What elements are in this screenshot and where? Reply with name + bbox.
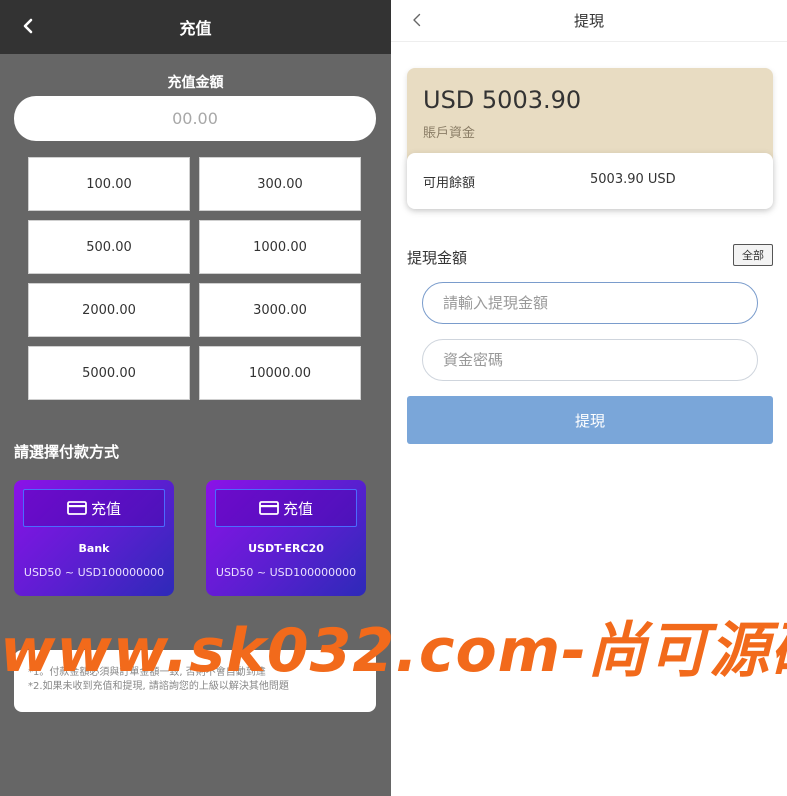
preset-amount-button[interactable]: 100.00 (28, 157, 190, 211)
available-balance-label: 可用餘額 (423, 176, 476, 191)
preset-amount-button[interactable]: 1000.00 (199, 220, 361, 274)
preset-amount-button[interactable]: 500.00 (28, 220, 190, 274)
recharge-header: 充值 (0, 0, 391, 54)
chevron-left-icon (23, 18, 33, 34)
note-line: *2.如果未收到充值和提現, 請諮詢您的上級以解決其他問題 (28, 681, 289, 692)
recharge-button-label: 充值 (282, 499, 313, 518)
payment-method-range: USD50 ~ USD100000000 (23, 566, 165, 579)
recharge-panel: 充值 充值金額 100.00 300.00 500.00 1000.00 200… (0, 0, 391, 796)
available-balance-value: 5003.90 USD (590, 172, 676, 187)
payment-method-bank[interactable]: 充值 Bank USD50 ~ USD100000000 (14, 480, 174, 596)
preset-amount-button[interactable]: 5000.00 (28, 346, 190, 400)
page-title: 充值 (179, 19, 212, 38)
account-balance: USD 5003.90 (423, 86, 582, 114)
back-button[interactable] (409, 10, 423, 30)
recharge-button[interactable]: 充值 (23, 489, 165, 527)
preset-amount-button[interactable]: 10000.00 (199, 346, 361, 400)
available-balance-row: 可用餘額 5003.90 USD (407, 153, 773, 209)
payment-method-usdt-erc20[interactable]: 充值 USDT-ERC20 USD50 ~ USD100000000 (206, 480, 366, 596)
account-balance-label: 賬戶資金 (423, 126, 476, 141)
amount-label: 充值金額 (167, 75, 224, 91)
preset-amount-button[interactable]: 3000.00 (199, 283, 361, 337)
preset-amount-button[interactable]: 300.00 (199, 157, 361, 211)
withdraw-header: 提現 (391, 0, 787, 42)
credit-card-icon (67, 501, 87, 515)
recharge-notes: *1。付款金額必須與訂單金額一致, 否則不會自動到達 *2.如果未收到充值和提現… (14, 650, 376, 712)
fund-password-input[interactable] (422, 339, 758, 381)
payment-method-label: 請選擇付款方式 (14, 443, 120, 461)
chevron-left-icon (412, 13, 420, 27)
page-title: 提現 (573, 12, 604, 30)
back-button[interactable] (18, 14, 38, 38)
credit-card-icon (259, 501, 279, 515)
recharge-button[interactable]: 充值 (215, 489, 357, 527)
withdraw-amount-input[interactable] (422, 282, 758, 324)
payment-method-name: Bank (78, 542, 110, 555)
payment-method-name: USDT-ERC20 (248, 542, 324, 555)
withdraw-all-button[interactable]: 全部 (733, 244, 773, 266)
preset-amount-button[interactable]: 2000.00 (28, 283, 190, 337)
recharge-amount-input[interactable] (14, 96, 376, 141)
withdraw-amount-label: 提現金額 (407, 249, 468, 267)
preset-amount-grid: 100.00 300.00 500.00 1000.00 2000.00 300… (28, 157, 362, 400)
recharge-button-label: 充值 (90, 499, 121, 518)
note-line: *1。付款金額必須與訂單金額一致, 否則不會自動到達 (28, 667, 266, 678)
withdraw-panel: 提現 USD 5003.90 賬戶資金 可用餘額 5003.90 USD 提現金… (391, 0, 787, 796)
withdraw-submit-button[interactable]: 提現 (407, 396, 773, 444)
payment-method-range: USD50 ~ USD100000000 (215, 566, 357, 579)
